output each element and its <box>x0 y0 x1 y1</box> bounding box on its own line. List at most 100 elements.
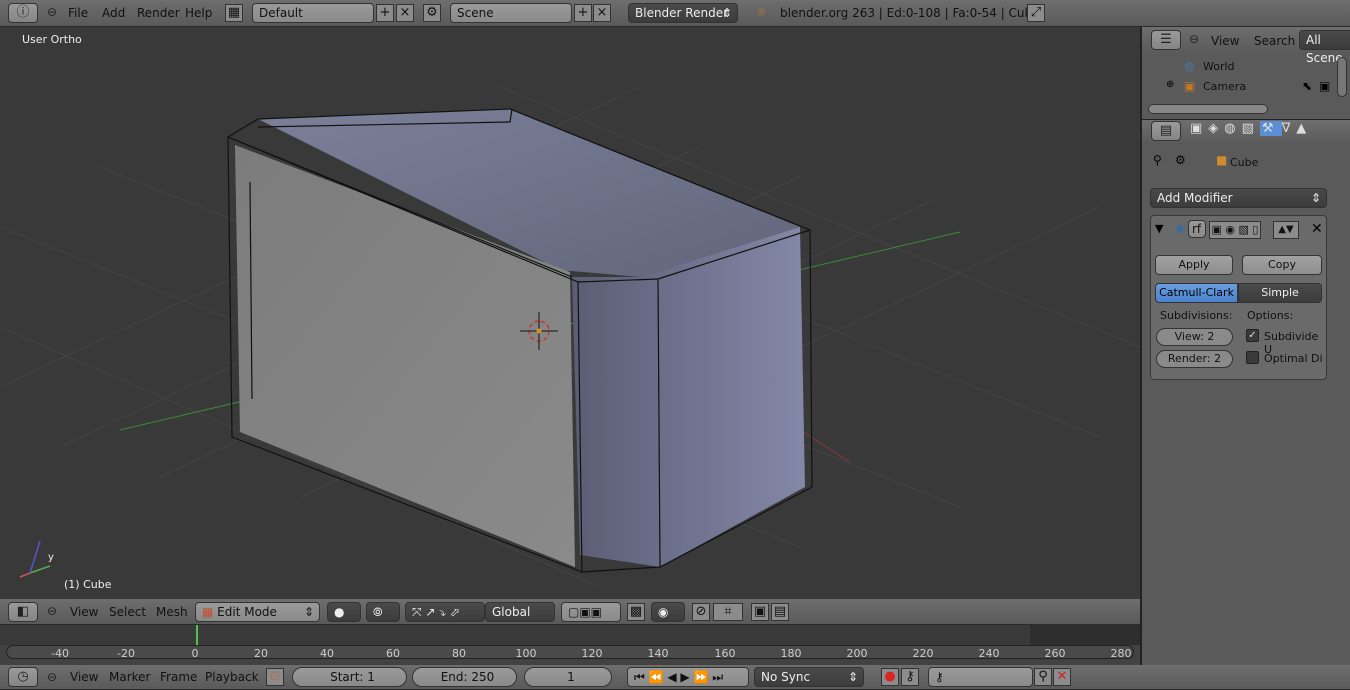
view-levels-field[interactable]: View: 2 <box>1156 328 1233 346</box>
frame-tick: 140 <box>647 647 669 660</box>
pivot-point-select[interactable]: ⦾ <box>366 602 400 622</box>
editor-type-timeline-icon[interactable]: ◷ <box>8 667 38 687</box>
frame-tick: 260 <box>1044 647 1066 660</box>
copy-button[interactable]: Copy <box>1242 255 1322 275</box>
playback-controls[interactable]: ⏮ ⏪ ◀ ▶ ⏩ ⏭ <box>627 667 749 687</box>
screen-layout-icon[interactable]: ▦ <box>225 4 243 22</box>
render-levels-field[interactable]: Render: 2 <box>1156 350 1233 368</box>
end-frame-field[interactable]: End: 250 <box>412 667 517 687</box>
orientation-select[interactable]: Global <box>485 602 555 622</box>
scene-icon[interactable]: ⚙ <box>423 4 441 22</box>
render-animation-icon[interactable]: ▤ <box>771 603 789 621</box>
timeline-track[interactable] <box>0 625 1140 645</box>
collapse-panel-icon[interactable]: ▼ <box>1155 222 1163 235</box>
cube-object-icon: ■ <box>1216 153 1228 167</box>
menu-add[interactable]: Add <box>102 6 125 20</box>
sync-select[interactable]: No Sync ⇕ <box>754 667 864 687</box>
subsurf-modifier-panel: ▼ ◉ rf ▣ ◉ ▧ ▯ ▲▼ ✕ Apply Copy Catmull-C… <box>1150 215 1327 380</box>
keying-icon[interactable]: ⚷ <box>901 668 919 686</box>
timeline-scrollbar[interactable] <box>6 645 1134 659</box>
restrict-render-icon[interactable]: ▣ <box>1319 79 1330 93</box>
snap-element-select[interactable]: ⌗ <box>713 603 743 621</box>
keying-set-field[interactable]: ⚷ <box>928 667 1033 687</box>
outliner-scrollbar[interactable] <box>1337 57 1347 97</box>
frame-tick: 280 <box>1110 647 1132 660</box>
frame-tick: 20 <box>254 647 268 660</box>
menu-mesh[interactable]: Mesh <box>156 605 188 619</box>
screen-layout-field[interactable]: Default <box>252 3 374 23</box>
collapse-menu-icon[interactable]: ⊖ <box>47 604 57 618</box>
render-icon[interactable]: ▣ <box>751 603 769 621</box>
editor-type-3d-icon[interactable]: ◧ <box>8 602 38 622</box>
menu-playback[interactable]: Playback <box>205 670 259 684</box>
delete-keyframe-icon[interactable]: ✕ <box>1053 668 1071 686</box>
menu-marker[interactable]: Marker <box>109 670 150 684</box>
frame-tick: 220 <box>912 647 934 660</box>
outliner-item-camera[interactable]: Camera <box>1203 80 1246 93</box>
menu-frame[interactable]: Frame <box>160 670 197 684</box>
subdivisions-label: Subdivisions: <box>1160 309 1233 322</box>
menu-help[interactable]: Help <box>185 6 212 20</box>
occlude-geometry-icon[interactable]: ▩ <box>627 603 645 621</box>
add-layout-icon[interactable]: + <box>376 4 394 22</box>
simple-toggle[interactable]: Simple <box>1238 283 1322 303</box>
outliner-filter-select[interactable]: All Scene <box>1299 30 1350 65</box>
viewport-shading-select[interactable]: ● <box>327 602 361 622</box>
frame-tick: 240 <box>978 647 1000 660</box>
modifier-tab-wrench-icon[interactable]: ⚒ <box>1259 121 1282 136</box>
dropdown-arrow-icon: ⇕ <box>1310 191 1321 205</box>
layer-buttons[interactable]: ▢▣▣ <box>561 602 621 622</box>
menu-view[interactable]: View <box>1211 34 1239 48</box>
expand-icon[interactable]: ⊕ <box>1166 79 1174 90</box>
collapse-menu-icon[interactable]: ⊖ <box>1189 32 1199 46</box>
frame-tick: 60 <box>386 647 400 660</box>
menu-render[interactable]: Render <box>137 6 180 20</box>
current-frame-cursor[interactable] <box>196 625 198 645</box>
delete-scene-icon[interactable]: × <box>593 4 611 22</box>
scene-field[interactable]: Scene <box>450 3 572 23</box>
insert-keyframe-icon[interactable]: ⚲ <box>1034 668 1052 686</box>
fullscreen-icon[interactable]: ⤢ <box>1027 4 1045 22</box>
viewport-canvas <box>0 86 1140 588</box>
pin-icon[interactable]: ⚲ <box>1153 153 1162 167</box>
record-icon[interactable]: ● <box>881 668 899 686</box>
property-context-tabs[interactable]: ▣◈◍▧ ⚒ ∇▲ <box>1190 121 1350 141</box>
manipulator-toggles[interactable]: ⤧ ↗ ⤵ ⬀ <box>405 602 485 622</box>
collapse-menu-icon[interactable]: ⊖ <box>47 670 57 684</box>
subdivide-uvs-checkbox[interactable]: ✓ <box>1246 329 1259 342</box>
mode-select[interactable]: ▦ Edit Mode ⇕ <box>195 602 320 622</box>
render-engine-select[interactable]: Blender Render ⇕ <box>628 3 738 23</box>
start-frame-field[interactable]: Start: 1 <box>292 667 407 687</box>
delete-layout-icon[interactable]: × <box>396 4 414 22</box>
modifier-name-field[interactable]: rf <box>1188 220 1206 238</box>
add-scene-icon[interactable]: + <box>574 4 592 22</box>
menu-view[interactable]: View <box>70 670 98 684</box>
restrict-select-icon[interactable]: ⬉ <box>1302 79 1312 93</box>
add-modifier-select[interactable]: Add Modifier ⇕ <box>1150 188 1327 208</box>
editor-type-outliner-icon[interactable]: ☰ <box>1151 30 1181 50</box>
snap-icon[interactable]: ⊘ <box>692 603 710 621</box>
menu-search[interactable]: Search <box>1254 34 1295 48</box>
editor-type-properties-icon[interactable]: ▤ <box>1151 121 1181 141</box>
proportional-edit-select[interactable]: ◉ <box>651 602 685 622</box>
frame-tick: 120 <box>581 647 603 660</box>
remove-modifier-icon[interactable]: ✕ <box>1311 221 1323 237</box>
catmull-clark-toggle[interactable]: Catmull-Clark <box>1155 283 1238 303</box>
optimal-display-checkbox[interactable] <box>1246 351 1259 364</box>
blender-logo-icon: ⌾ <box>758 5 766 19</box>
collapse-menu-icon[interactable]: ⊖ <box>47 5 57 19</box>
menu-select[interactable]: Select <box>109 605 146 619</box>
move-modifier-icon[interactable]: ▲▼ <box>1273 221 1299 239</box>
timeline-area[interactable]: -40 -20 0 20 40 60 80 100 120 140 160 18… <box>0 625 1140 665</box>
preview-range-icon[interactable]: ⏲ <box>266 668 284 686</box>
outliner-hscrollbar[interactable] <box>1148 104 1268 114</box>
menu-file[interactable]: File <box>68 6 88 20</box>
gizmo-y-label: y <box>48 552 54 563</box>
3d-viewport[interactable]: User Ortho y (1) Cube <box>0 27 1140 599</box>
apply-button[interactable]: Apply <box>1155 255 1233 275</box>
editor-type-info-icon[interactable]: ⓘ <box>8 3 38 23</box>
menu-view[interactable]: View <box>70 605 98 619</box>
modifier-display-toggles[interactable]: ▣ ◉ ▧ ▯ <box>1209 221 1261 239</box>
current-frame-field[interactable]: 1 <box>524 667 612 687</box>
outliner-item-world[interactable]: World <box>1203 60 1235 73</box>
